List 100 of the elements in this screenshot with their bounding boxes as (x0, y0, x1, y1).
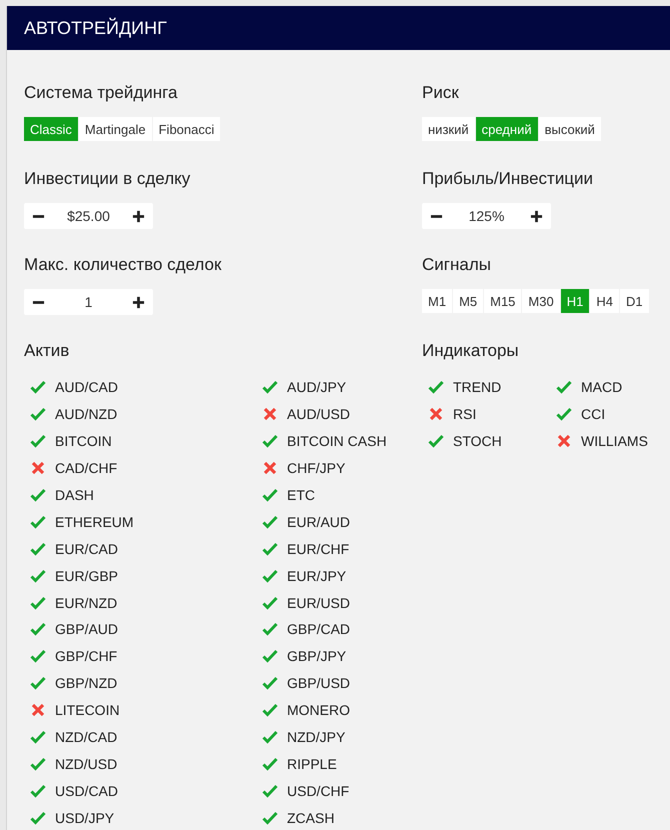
option-button[interactable]: Martingale (78, 117, 152, 141)
section-title: Система трейдинга (24, 83, 178, 103)
asset-label: BITCOIN CASH (287, 433, 387, 450)
check-icon[interactable] (262, 568, 278, 584)
asset-label: NZD/USD (55, 756, 118, 772)
asset-label: MONERO (287, 702, 350, 718)
asset-label: USD/CHF (287, 782, 350, 799)
asset-label: ZCASH (287, 810, 334, 826)
asset-label: RIPPLE (287, 756, 337, 772)
check-icon[interactable] (30, 406, 46, 422)
asset-label: NZD/CAD (55, 729, 118, 746)
asset-label: GBP/CHF (55, 648, 118, 664)
indicator-label: CCI (581, 406, 606, 422)
check-icon[interactable] (262, 810, 278, 826)
check-icon[interactable] (30, 782, 46, 799)
plus-icon[interactable] (132, 210, 145, 222)
plus-icon[interactable] (132, 296, 145, 308)
indicator-label: STOCH (453, 433, 502, 450)
plus-icon[interactable] (530, 210, 543, 222)
check-icon[interactable] (556, 406, 572, 422)
check-icon[interactable] (556, 379, 572, 396)
cross-icon[interactable] (428, 406, 444, 422)
check-icon[interactable] (262, 540, 278, 557)
asset-label: AUD/CAD (55, 379, 118, 396)
asset-label: AUD/USD (287, 406, 350, 422)
indicator-label: TREND (453, 379, 502, 396)
check-icon[interactable] (30, 675, 46, 692)
section-title: Макс. количество сделок (24, 255, 222, 275)
timeframe-button[interactable]: M5 (453, 289, 484, 313)
asset-label: DASH (55, 487, 94, 503)
check-icon[interactable] (262, 433, 278, 450)
asset-label: EUR/AUD (287, 514, 350, 530)
asset-label: GBP/NZD (55, 675, 118, 692)
asset-label: GBP/JPY (287, 648, 346, 664)
asset-label: NZD/JPY (287, 729, 346, 746)
stepper-value: 1 (84, 294, 92, 310)
check-icon[interactable] (30, 756, 46, 772)
check-icon[interactable] (428, 433, 444, 450)
section-title: Инвестиции в сделку (24, 169, 190, 189)
cross-icon[interactable] (30, 460, 46, 476)
check-icon[interactable] (30, 568, 46, 584)
check-icon[interactable] (262, 621, 278, 638)
check-icon[interactable] (30, 648, 46, 664)
asset-label: GBP/CAD (287, 621, 350, 638)
asset-label: EUR/USD (287, 594, 350, 611)
timeframe-button[interactable]: H4 (590, 289, 619, 313)
check-icon[interactable] (262, 702, 278, 718)
asset-label: BITCOIN (55, 433, 112, 450)
section-title: Сигналы (422, 255, 491, 275)
check-icon[interactable] (262, 756, 278, 772)
check-icon[interactable] (30, 487, 46, 503)
check-icon[interactable] (262, 379, 278, 396)
option-button[interactable]: Fibonacci (152, 117, 220, 141)
asset-label: EUR/JPY (287, 568, 346, 584)
cross-icon[interactable] (30, 702, 46, 718)
check-icon[interactable] (262, 729, 278, 746)
timeframe-button[interactable]: M15 (484, 289, 522, 313)
asset-label: ETC (287, 487, 315, 503)
check-icon[interactable] (30, 514, 46, 530)
stepper-field[interactable]: 1 (24, 289, 153, 315)
check-icon[interactable] (30, 810, 46, 826)
check-icon[interactable] (262, 514, 278, 530)
check-icon[interactable] (262, 675, 278, 692)
asset-label: AUD/JPY (287, 379, 346, 396)
asset-label: GBP/AUD (55, 621, 118, 638)
stepper-value: 125% (468, 208, 504, 224)
stepper-field[interactable]: 125% (422, 203, 551, 229)
check-icon[interactable] (30, 540, 46, 557)
option-button[interactable]: высокий (538, 117, 601, 141)
check-icon[interactable] (262, 487, 278, 503)
section-title: Риск (422, 83, 459, 103)
check-icon[interactable] (30, 729, 46, 746)
cross-icon[interactable] (556, 433, 572, 450)
check-icon[interactable] (30, 594, 46, 611)
timeframe-button[interactable]: D1 (620, 289, 649, 313)
asset-label: USD/CAD (55, 782, 118, 799)
check-icon[interactable] (30, 433, 46, 450)
option-button[interactable]: низкий (422, 117, 475, 141)
timeframe-button[interactable]: M1 (422, 289, 452, 313)
indicator-label: RSI (453, 406, 476, 422)
cross-icon[interactable] (262, 460, 278, 476)
asset-label: GBP/USD (287, 675, 350, 692)
timeframe-button[interactable]: M30 (522, 289, 560, 313)
section-title: Индикаторы (422, 341, 519, 361)
check-icon[interactable] (30, 379, 46, 396)
check-icon[interactable] (30, 621, 46, 638)
cross-icon[interactable] (262, 406, 278, 422)
asset-label: LITECOIN (55, 702, 120, 718)
check-icon[interactable] (262, 594, 278, 611)
asset-label: EUR/NZD (55, 594, 118, 611)
section-title: Прибыль/Инвестиции (422, 169, 594, 189)
section-title: Актив (24, 341, 70, 361)
check-icon[interactable] (262, 648, 278, 664)
stepper-field[interactable]: $25.00 (24, 203, 153, 229)
check-icon[interactable] (262, 782, 278, 799)
asset-label: EUR/GBP (55, 568, 118, 584)
asset-label: CHF/JPY (287, 460, 346, 476)
check-icon[interactable] (428, 379, 444, 396)
asset-label: EUR/CAD (55, 540, 118, 557)
asset-label: USD/JPY (55, 810, 114, 826)
